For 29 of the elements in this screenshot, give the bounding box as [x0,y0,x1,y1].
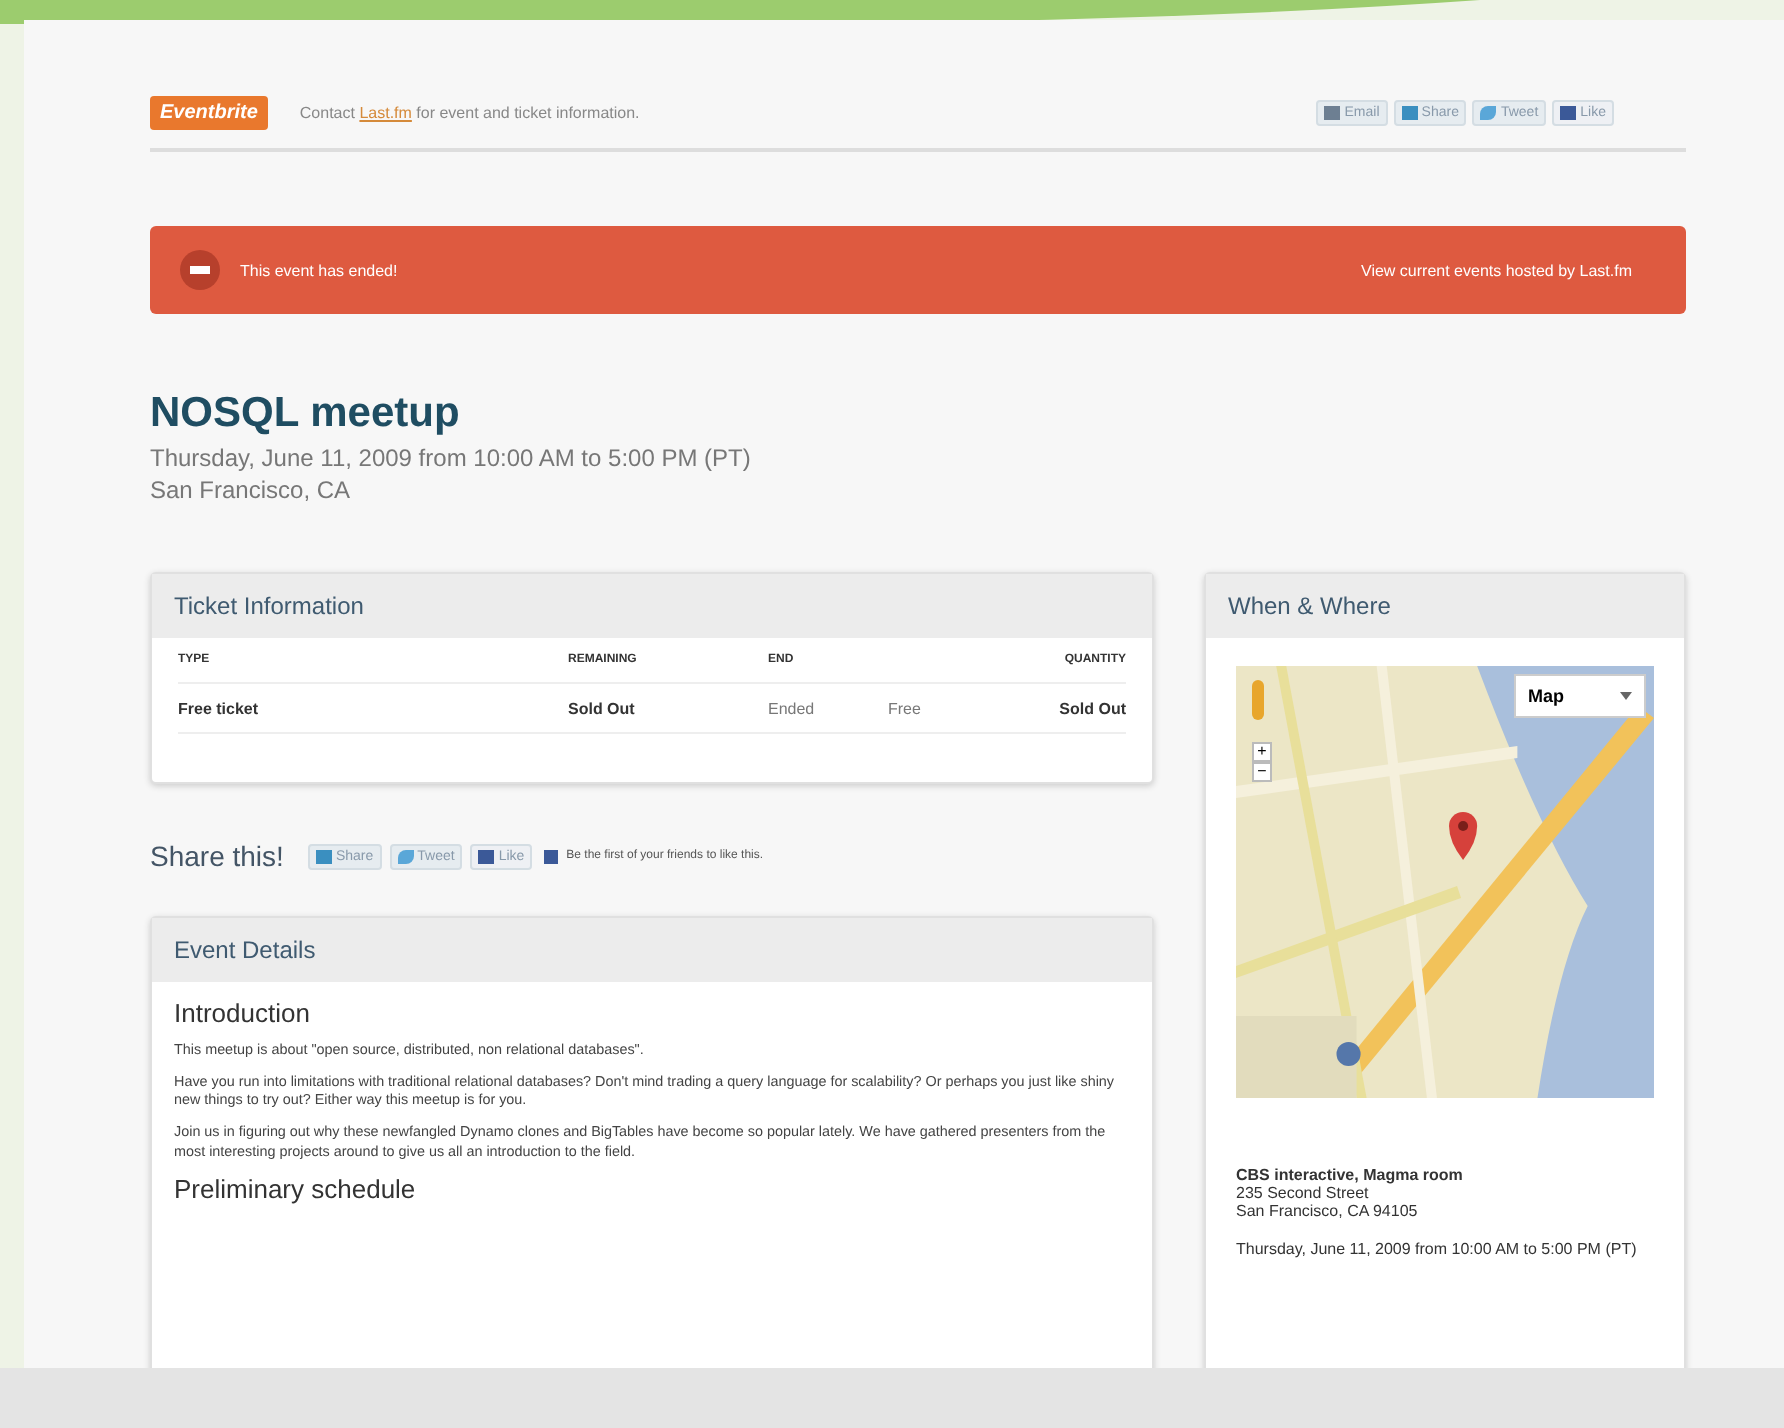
organizer-link[interactable]: Last.fm [359,103,412,121]
panel-title: Ticket Information [152,574,1152,638]
event-date: Thursday, June 11, 2009 from 10:00 AM to 5:00 PM (PT) [1236,1240,1639,1258]
minus-icon [180,250,220,290]
table-cell-text: Sold Out [568,699,637,717]
facebook-icon [544,849,559,863]
zoom-out-button[interactable]: − [1252,762,1272,782]
eventbrite-logo[interactable]: Eventbrite [150,95,268,129]
event-location: San Francisco, CA [150,476,353,504]
table-cell-text: Ended [768,699,817,717]
section-heading: Introduction [174,998,312,1028]
share-label: Share this! [150,840,284,872]
panel-title: When & Where [1206,574,1684,638]
venue-street: 235 Second Street [1236,1184,1371,1202]
section-heading: Preliminary schedule [174,1173,418,1204]
panel-title: Event Details [152,918,1152,982]
venue-name: CBS interactive, Magma room [1236,1166,1465,1184]
event-title: NOSQL meetup [150,390,462,438]
contact-text: Contact Last.fm for event and ticket information. [299,103,640,121]
current-events-link[interactable]: View current events hosted by Last.fm [1361,261,1632,279]
banner-message: This event has ended! [240,261,398,279]
table-cell-text: Free [888,699,923,717]
event-date: Thursday, June 11, 2009 from 10:00 AM to 5:00 PM (PT) [150,444,753,472]
table-cell-text: Sold Out [1057,699,1126,717]
map-type-dropdown[interactable]: Map [1514,674,1646,718]
table-cell-text: Free ticket [178,699,261,717]
venue-city: San Francisco, CA 94105 [1236,1202,1420,1220]
zoom-in-button[interactable]: + [1252,742,1272,762]
caret-icon [1620,692,1632,700]
